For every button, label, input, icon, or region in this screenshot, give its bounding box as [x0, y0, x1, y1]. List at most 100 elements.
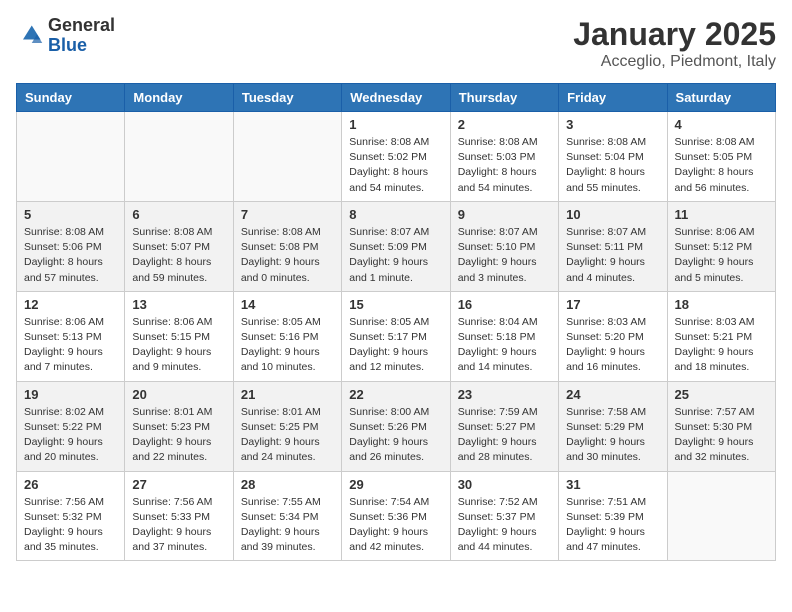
calendar-cell: 4 Sunrise: 8:08 AM Sunset: 5:05 PM Daylig… [667, 112, 775, 202]
weekday-header-row: SundayMondayTuesdayWednesdayThursdayFrid… [17, 84, 776, 112]
day-number: 9 [458, 207, 551, 222]
day-number: 24 [566, 387, 659, 402]
weekday-header-friday: Friday [559, 84, 667, 112]
calendar-cell: 3 Sunrise: 8:08 AM Sunset: 5:04 PM Daylig… [559, 112, 667, 202]
calendar-cell: 18 Sunrise: 8:03 AM Sunset: 5:21 PM Dayli… [667, 291, 775, 381]
calendar-cell: 16 Sunrise: 8:04 AM Sunset: 5:18 PM Dayli… [450, 291, 558, 381]
day-number: 4 [675, 117, 768, 132]
title-block: January 2025 Acceglio, Piedmont, Italy [573, 16, 776, 71]
day-number: 19 [24, 387, 117, 402]
calendar-cell: 7 Sunrise: 8:08 AM Sunset: 5:08 PM Daylig… [233, 201, 341, 291]
day-info: Sunrise: 8:08 AM Sunset: 5:06 PM Dayligh… [24, 225, 117, 286]
calendar-cell [667, 471, 775, 561]
day-number: 6 [132, 207, 225, 222]
calendar-cell: 19 Sunrise: 8:02 AM Sunset: 5:22 PM Dayli… [17, 381, 125, 471]
calendar-cell: 25 Sunrise: 7:57 AM Sunset: 5:30 PM Dayli… [667, 381, 775, 471]
day-info: Sunrise: 8:06 AM Sunset: 5:13 PM Dayligh… [24, 315, 117, 376]
day-info: Sunrise: 8:04 AM Sunset: 5:18 PM Dayligh… [458, 315, 551, 376]
day-number: 29 [349, 477, 442, 492]
day-number: 20 [132, 387, 225, 402]
day-number: 25 [675, 387, 768, 402]
day-info: Sunrise: 8:02 AM Sunset: 5:22 PM Dayligh… [24, 405, 117, 466]
day-info: Sunrise: 8:03 AM Sunset: 5:20 PM Dayligh… [566, 315, 659, 376]
calendar-cell: 1Sunrise: 8:08 AM Sunset: 5:02 PM Daylig… [342, 112, 450, 202]
calendar-cell: 9Sunrise: 8:07 AM Sunset: 5:10 PM Daylig… [450, 201, 558, 291]
day-number: 2 [458, 117, 551, 132]
day-number: 15 [349, 297, 442, 312]
weekday-header-thursday: Thursday [450, 84, 558, 112]
day-number: 28 [241, 477, 334, 492]
day-number: 10 [566, 207, 659, 222]
calendar-cell: 15 Sunrise: 8:05 AM Sunset: 5:17 PM Dayli… [342, 291, 450, 381]
calendar-cell: 11 Sunrise: 8:06 AM Sunset: 5:12 PM Dayli… [667, 201, 775, 291]
calendar-cell: 6Sunrise: 8:08 AM Sunset: 5:07 PM Daylig… [125, 201, 233, 291]
day-info: Sunrise: 8:01 AM Sunset: 5:25 PM Dayligh… [241, 405, 334, 466]
calendar-week-row: 19 Sunrise: 8:02 AM Sunset: 5:22 PM Dayli… [17, 381, 776, 471]
logo-icon [16, 22, 44, 50]
day-info: Sunrise: 8:07 AM Sunset: 5:11 PM Dayligh… [566, 225, 659, 286]
day-number: 26 [24, 477, 117, 492]
calendar-cell [17, 112, 125, 202]
day-info: Sunrise: 8:06 AM Sunset: 5:15 PM Dayligh… [132, 315, 225, 376]
day-number: 8 [349, 207, 442, 222]
calendar-week-row: 5Sunrise: 8:08 AM Sunset: 5:06 PM Daylig… [17, 201, 776, 291]
calendar-cell: 20 Sunrise: 8:01 AM Sunset: 5:23 PM Dayli… [125, 381, 233, 471]
calendar-cell: 12Sunrise: 8:06 AM Sunset: 5:13 PM Dayli… [17, 291, 125, 381]
day-info: Sunrise: 8:05 AM Sunset: 5:16 PM Dayligh… [241, 315, 334, 376]
day-number: 13 [132, 297, 225, 312]
page-header: General Blue January 2025 Acceglio, Pied… [16, 16, 776, 71]
day-number: 30 [458, 477, 551, 492]
day-info: Sunrise: 7:57 AM Sunset: 5:30 PM Dayligh… [675, 405, 768, 466]
day-number: 22 [349, 387, 442, 402]
calendar-cell: 27 Sunrise: 7:56 AM Sunset: 5:33 PM Dayli… [125, 471, 233, 561]
calendar-cell: 21 Sunrise: 8:01 AM Sunset: 5:25 PM Dayli… [233, 381, 341, 471]
calendar-cell: 10 Sunrise: 8:07 AM Sunset: 5:11 PM Dayli… [559, 201, 667, 291]
calendar-cell: 26Sunrise: 7:56 AM Sunset: 5:32 PM Dayli… [17, 471, 125, 561]
weekday-header-wednesday: Wednesday [342, 84, 450, 112]
day-info: Sunrise: 7:59 AM Sunset: 5:27 PM Dayligh… [458, 405, 551, 466]
day-number: 21 [241, 387, 334, 402]
day-number: 27 [132, 477, 225, 492]
logo-blue-text: Blue [48, 35, 87, 55]
calendar-cell: 22 Sunrise: 8:00 AM Sunset: 5:26 PM Dayli… [342, 381, 450, 471]
day-number: 3 [566, 117, 659, 132]
day-info: Sunrise: 8:03 AM Sunset: 5:21 PM Dayligh… [675, 315, 768, 376]
logo-general-text: General [48, 15, 115, 35]
weekday-header-sunday: Sunday [17, 84, 125, 112]
calendar-cell: 30Sunrise: 7:52 AM Sunset: 5:37 PM Dayli… [450, 471, 558, 561]
calendar-cell: 29Sunrise: 7:54 AM Sunset: 5:36 PM Dayli… [342, 471, 450, 561]
calendar-cell: 23Sunrise: 7:59 AM Sunset: 5:27 PM Dayli… [450, 381, 558, 471]
calendar-cell: 24Sunrise: 7:58 AM Sunset: 5:29 PM Dayli… [559, 381, 667, 471]
day-info: Sunrise: 8:08 AM Sunset: 5:05 PM Dayligh… [675, 135, 768, 196]
calendar-week-row: 1Sunrise: 8:08 AM Sunset: 5:02 PM Daylig… [17, 112, 776, 202]
day-info: Sunrise: 7:56 AM Sunset: 5:33 PM Dayligh… [132, 495, 225, 556]
day-info: Sunrise: 8:07 AM Sunset: 5:09 PM Dayligh… [349, 225, 442, 286]
day-info: Sunrise: 8:01 AM Sunset: 5:23 PM Dayligh… [132, 405, 225, 466]
day-number: 16 [458, 297, 551, 312]
calendar-cell: 14 Sunrise: 8:05 AM Sunset: 5:16 PM Dayli… [233, 291, 341, 381]
day-info: Sunrise: 8:08 AM Sunset: 5:02 PM Dayligh… [349, 135, 442, 196]
day-info: Sunrise: 8:08 AM Sunset: 5:03 PM Dayligh… [458, 135, 551, 196]
weekday-header-saturday: Saturday [667, 84, 775, 112]
calendar-table: SundayMondayTuesdayWednesdayThursdayFrid… [16, 83, 776, 561]
logo: General Blue [16, 16, 115, 56]
day-info: Sunrise: 8:08 AM Sunset: 5:08 PM Dayligh… [241, 225, 334, 286]
day-info: Sunrise: 8:06 AM Sunset: 5:12 PM Dayligh… [675, 225, 768, 286]
day-number: 14 [241, 297, 334, 312]
calendar-week-row: 12Sunrise: 8:06 AM Sunset: 5:13 PM Dayli… [17, 291, 776, 381]
day-number: 11 [675, 207, 768, 222]
day-number: 7 [241, 207, 334, 222]
calendar-cell [233, 112, 341, 202]
calendar-cell: 13 Sunrise: 8:06 AM Sunset: 5:15 PM Dayli… [125, 291, 233, 381]
day-number: 31 [566, 477, 659, 492]
day-info: Sunrise: 7:55 AM Sunset: 5:34 PM Dayligh… [241, 495, 334, 556]
day-number: 18 [675, 297, 768, 312]
day-number: 17 [566, 297, 659, 312]
weekday-header-tuesday: Tuesday [233, 84, 341, 112]
day-info: Sunrise: 8:08 AM Sunset: 5:04 PM Dayligh… [566, 135, 659, 196]
day-info: Sunrise: 8:05 AM Sunset: 5:17 PM Dayligh… [349, 315, 442, 376]
day-info: Sunrise: 8:00 AM Sunset: 5:26 PM Dayligh… [349, 405, 442, 466]
calendar-week-row: 26Sunrise: 7:56 AM Sunset: 5:32 PM Dayli… [17, 471, 776, 561]
calendar-cell [125, 112, 233, 202]
calendar-cell: 5Sunrise: 8:08 AM Sunset: 5:06 PM Daylig… [17, 201, 125, 291]
